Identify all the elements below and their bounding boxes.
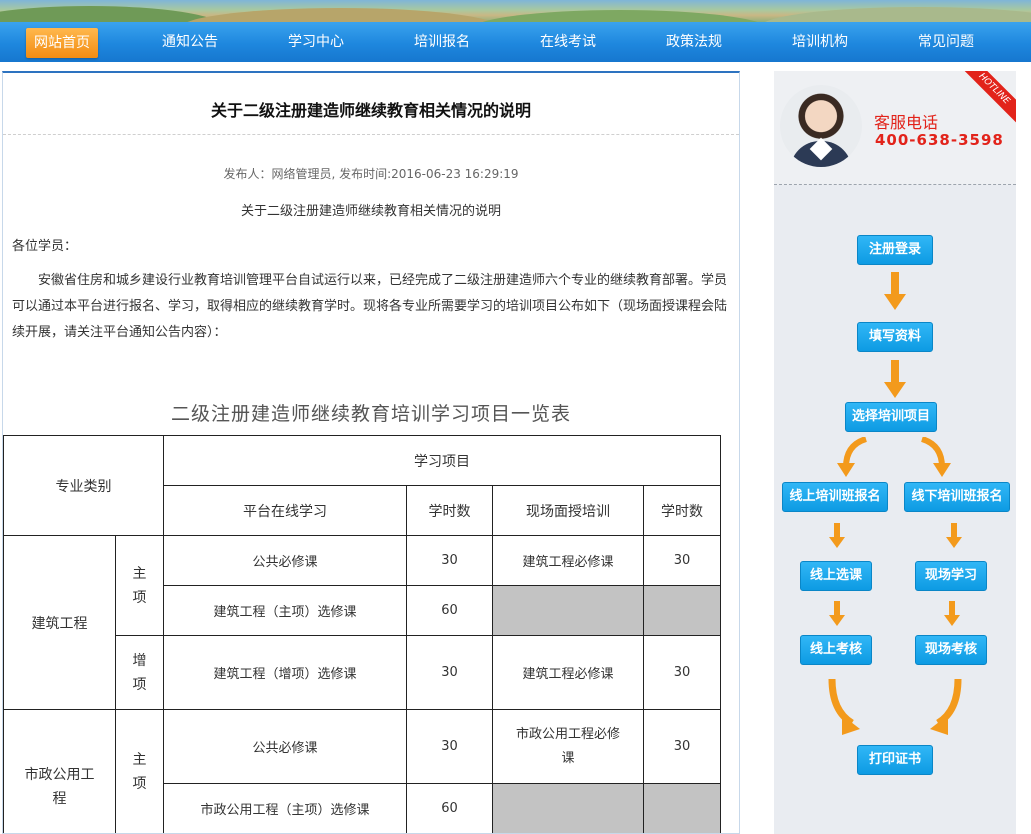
phone-number: 400-638-3598 (875, 131, 1004, 149)
category-municipal: 市政公用工程 (3, 709, 116, 833)
banner-hill (180, 8, 500, 22)
article-paragraph: 安徽省住房和城乡建设行业教育培训管理平台自试运行以来，已经完成了二级注册建造师六… (12, 273, 728, 340)
flow-online-course-button[interactable]: 线上选课 (800, 561, 872, 591)
arrow-down-icon (884, 272, 906, 310)
phone-label: 客服电话 (874, 113, 939, 132)
article-title: 关于二级注册建造师继续教育相关情况的说明 (210, 101, 531, 120)
flow-online-signup-button[interactable]: 线上培训班报名 (782, 482, 888, 512)
article-subtitle: 关于二级注册建造师继续教育相关情况的说明 (240, 204, 501, 219)
header-hours: 学时数 (643, 485, 721, 536)
header-banner (0, 0, 1031, 22)
arrow-down-icon (946, 523, 962, 548)
table-cell: 建筑工程必修课 (492, 535, 644, 586)
nav-learning-center[interactable]: 学习中心 (266, 22, 366, 62)
empty-cell (643, 783, 721, 833)
table-cell: 60 (406, 585, 493, 636)
empty-cell (643, 585, 721, 636)
table-cell: 公共必修课 (163, 535, 407, 586)
article-panel: 关于二级注册建造师继续教育相关情况的说明 发布人：网络管理员, 发布时间:201… (2, 71, 740, 834)
table-cell: 公共必修课 (163, 709, 407, 784)
article-meta: 发布人：网络管理员, 发布时间:2016-06-23 16:29:19 (223, 167, 519, 181)
table-cell: 市政公用工程（主项）选修课 (163, 783, 407, 833)
flow-online-exam-button[interactable]: 线上考核 (800, 635, 872, 665)
hotline-ribbon: HOTLINE (954, 71, 1016, 129)
title-divider (3, 134, 739, 135)
nav-policies[interactable]: 政策法规 (644, 22, 744, 62)
table-cell: 30 (406, 709, 493, 784)
customer-service-avatar (780, 85, 862, 167)
empty-cell (492, 585, 644, 636)
flow-offline-signup-button[interactable]: 线下培训班报名 (904, 482, 1010, 512)
course-table: 专业类别 学习项目 平台在线学习 学时数 现场面授培训 学时数 建筑工程 主项 … (3, 435, 721, 833)
nav-institutions[interactable]: 培训机构 (770, 22, 870, 62)
arrow-down-icon (829, 523, 845, 548)
flow-onsite-exam-button[interactable]: 现场考核 (915, 635, 987, 665)
nav-training-signup[interactable]: 培训报名 (392, 22, 492, 62)
subtype-add: 增项 (115, 635, 164, 710)
table-cell: 30 (643, 635, 721, 710)
nav-home[interactable]: 网站首页 (26, 28, 98, 58)
flow-fill-info-button[interactable]: 填写资料 (857, 322, 933, 352)
header-onsite: 现场面授培训 (492, 485, 644, 536)
nav-online-exam[interactable]: 在线考试 (518, 22, 618, 62)
table-cell: 市政公用工程必修课 (492, 709, 644, 784)
arrow-down-icon (884, 360, 906, 398)
arrow-down-icon (944, 601, 960, 626)
curved-arrow-icon (837, 437, 868, 477)
arrow-down-icon (829, 601, 845, 626)
header-category: 专业类别 (3, 435, 164, 536)
table-cell: 建筑工程必修课 (492, 635, 644, 710)
banner-hill (0, 6, 220, 22)
table-cell: 30 (643, 535, 721, 586)
main-nav: 网站首页 通知公告 学习中心 培训报名 在线考试 政策法规 培训机构 常见问题 (0, 22, 1031, 62)
curved-arrow-icon (920, 437, 951, 477)
table-cell: 30 (406, 535, 493, 586)
category-construction: 建筑工程 (3, 535, 116, 710)
nav-faq[interactable]: 常见问题 (896, 22, 996, 62)
empty-cell (492, 783, 644, 833)
table-cell: 建筑工程（主项）选修课 (163, 585, 407, 636)
article-greeting: 各位学员： (12, 239, 78, 254)
flow-register-button[interactable]: 注册登录 (857, 235, 933, 265)
header-online: 平台在线学习 (163, 485, 407, 536)
sidebar: HOTLINE 客服电话 400-638-3598 注册登录 填写资料 选择培训… (774, 71, 1016, 834)
table-cell: 60 (406, 783, 493, 833)
header-hours: 学时数 (406, 485, 493, 536)
banner-hill (760, 7, 1031, 22)
subtype-main: 主项 (115, 535, 164, 636)
hotline-box: HOTLINE 客服电话 400-638-3598 (774, 71, 1016, 185)
curved-arrow-icon (828, 678, 860, 735)
flow-select-project-button[interactable]: 选择培训项目 (845, 402, 937, 432)
table-title: 二级注册建造师继续教育培训学习项目一览表 (170, 403, 571, 425)
nav-notices[interactable]: 通知公告 (140, 22, 240, 62)
table-cell: 30 (643, 709, 721, 784)
curved-arrow-icon (930, 678, 962, 735)
header-project: 学习项目 (163, 435, 721, 486)
flow-print-cert-button[interactable]: 打印证书 (857, 745, 933, 775)
table-cell: 30 (406, 635, 493, 710)
table-cell: 建筑工程（增项）选修课 (163, 635, 407, 710)
flow-onsite-study-button[interactable]: 现场学习 (915, 561, 987, 591)
subtype-main: 主项 (115, 709, 164, 833)
banner-hill (470, 10, 770, 22)
